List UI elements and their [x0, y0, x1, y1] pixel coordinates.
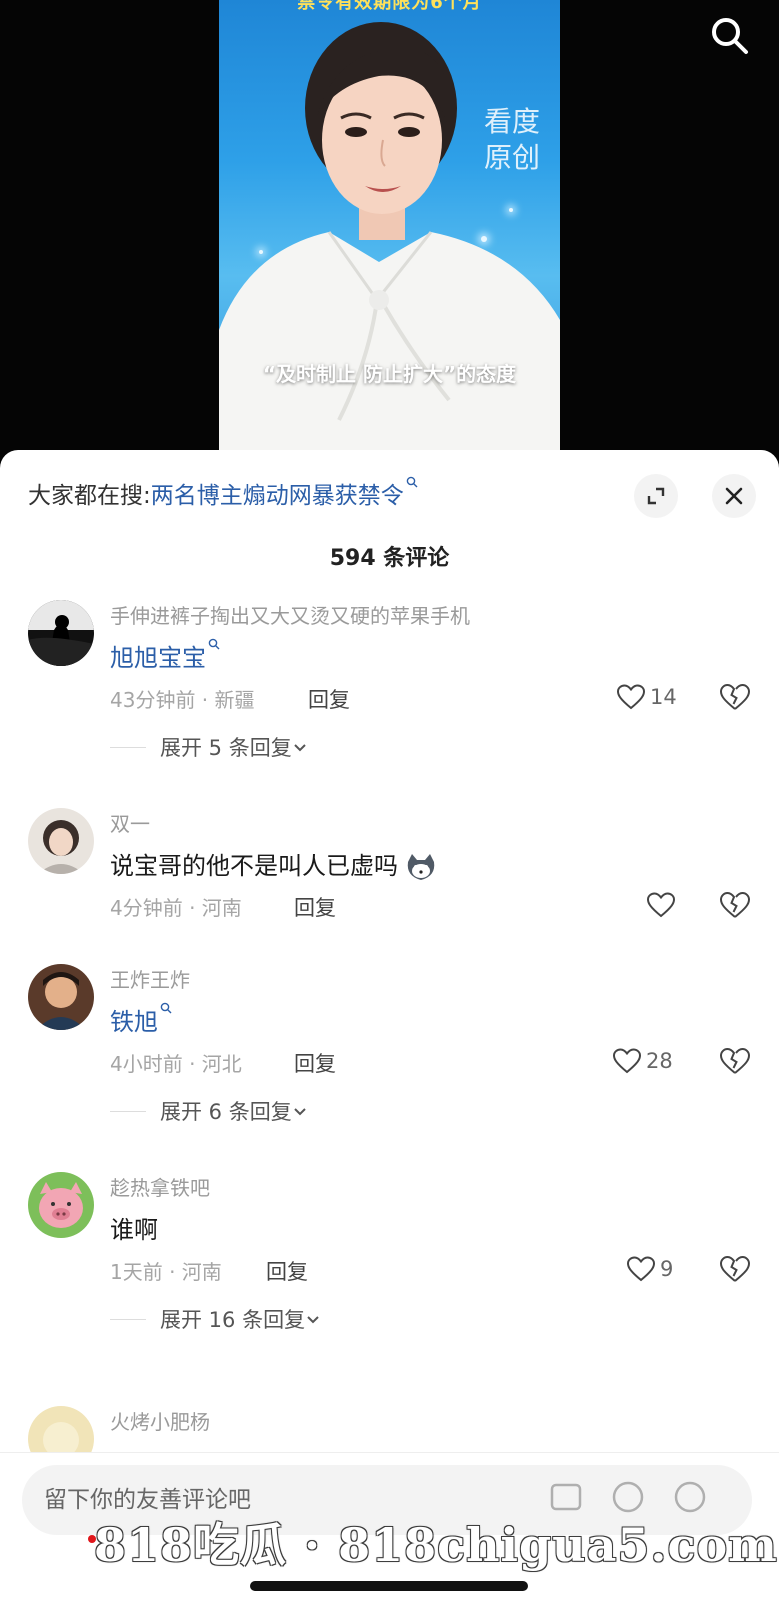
- trending-prefix: 大家都在搜:: [28, 483, 151, 509]
- chevron-down-icon: [307, 1316, 319, 1324]
- reply-button[interactable]: 回复: [294, 1048, 336, 1078]
- comment-text: 谁啊: [110, 1216, 158, 1244]
- search-icon: [406, 476, 418, 488]
- dislike-button[interactable]: [718, 1252, 752, 1286]
- comment-text: 说宝哥的他不是叫人已虚吗: [110, 852, 398, 880]
- expand-replies-label: 展开 16 条回复: [160, 1308, 306, 1332]
- like-button[interactable]: [646, 888, 680, 922]
- broken-heart-icon: [719, 683, 751, 710]
- comment-count: 594 条评论: [329, 546, 450, 571]
- comment-meta: 1天前 · 河南: [110, 1260, 222, 1284]
- comment-username[interactable]: 趁热拿铁吧: [110, 1172, 210, 1201]
- video-subtitle: “及时制止 防止扩大”的态度: [262, 362, 517, 386]
- broken-heart-icon: [719, 1047, 751, 1074]
- home-indicator[interactable]: [250, 1581, 528, 1591]
- site-watermark: 818吃瓜 · 818chigua5.com: [94, 1518, 778, 1572]
- comment-text-search-link[interactable]: 铁旭: [110, 1002, 172, 1037]
- video-watermark: 看度 原创: [476, 104, 548, 176]
- broken-heart-icon: [719, 1255, 751, 1282]
- expand-sheet-button[interactable]: [634, 474, 678, 518]
- divider: [110, 746, 146, 748]
- expand-replies-label: 展开 6 条回复: [160, 1100, 292, 1124]
- expand-replies-button[interactable]: 展开 5 条回复: [110, 732, 308, 762]
- like-count: 9: [660, 1257, 674, 1281]
- reply-button[interactable]: 回复: [294, 892, 336, 922]
- expand-icon: [647, 487, 665, 505]
- dislike-button[interactable]: [718, 680, 752, 714]
- video-frame[interactable]: 禁令有效期限为6个月 看度 原创 “及时制止 防止扩大”的态度: [219, 0, 560, 460]
- husky-emoji-icon: [407, 854, 435, 880]
- like-button[interactable]: 14: [616, 680, 677, 714]
- heart-icon: [616, 684, 646, 710]
- comment-meta: 4分钟前 · 河南: [110, 896, 242, 920]
- trending-search-link[interactable]: 两名博主煽动网暴获禁令: [150, 476, 418, 509]
- comment-text: 铁旭: [110, 1008, 158, 1036]
- comment-text: 旭旭宝宝: [110, 644, 206, 672]
- video-player[interactable]: 禁令有效期限为6个月 看度 原创 “及时制止 防止扩大”的态度: [0, 0, 779, 460]
- comment-text-row: 说宝哥的他不是叫人已虚吗: [110, 846, 438, 882]
- search-icon: [712, 18, 748, 54]
- search-icon: [208, 638, 220, 650]
- avatar[interactable]: [28, 600, 94, 666]
- expand-replies-button[interactable]: 展开 16 条回复: [110, 1304, 321, 1334]
- chevron-down-icon: [294, 744, 306, 752]
- watermark-line-2: 原创: [483, 141, 540, 174]
- close-icon: [725, 487, 743, 505]
- comment-meta: 43分钟前 · 新疆: [110, 688, 255, 712]
- watermark-line-1: 看度: [483, 105, 540, 138]
- comment-username[interactable]: 手伸进裤子掏出又大又烫又硬的苹果手机: [110, 600, 470, 629]
- trending-query: 两名博主煽动网暴获禁令: [150, 483, 404, 509]
- news-anchor-image: [219, 22, 560, 460]
- like-button[interactable]: 28: [612, 1044, 673, 1078]
- reply-button[interactable]: 回复: [308, 684, 350, 714]
- reply-button[interactable]: 回复: [266, 1256, 308, 1286]
- expand-replies-button[interactable]: 展开 6 条回复: [110, 1096, 308, 1126]
- comment-username[interactable]: 王炸王炸: [110, 964, 190, 993]
- avatar[interactable]: [28, 1172, 94, 1238]
- like-count: 28: [646, 1049, 673, 1073]
- like-button[interactable]: 9: [626, 1252, 673, 1286]
- comment-sheet: 大家都在搜:两名博主煽动网暴获禁令 594 条评论 手伸进裤子掏出又大又烫又硬的…: [0, 450, 779, 1600]
- heart-icon: [626, 1256, 656, 1282]
- like-count: 14: [650, 685, 677, 709]
- divider: [110, 1318, 146, 1320]
- avatar[interactable]: [28, 964, 94, 1030]
- chevron-down-icon: [294, 1108, 306, 1116]
- search-button[interactable]: [708, 14, 752, 58]
- comment-username[interactable]: 火烤小肥杨: [110, 1406, 210, 1435]
- heart-icon: [646, 892, 676, 918]
- comment-input-bar: 818吃瓜 · 818chigua5.com: [0, 1452, 779, 1601]
- comment-username[interactable]: 双一: [110, 808, 150, 837]
- dislike-button[interactable]: [718, 1044, 752, 1078]
- divider: [110, 1110, 146, 1112]
- comment-text-search-link[interactable]: 旭旭宝宝: [110, 638, 220, 673]
- heart-icon: [612, 1048, 642, 1074]
- close-sheet-button[interactable]: [712, 474, 756, 518]
- search-icon: [160, 1002, 172, 1014]
- comment-meta: 4小时前 · 河北: [110, 1052, 242, 1076]
- broken-heart-icon: [719, 891, 751, 918]
- expand-replies-label: 展开 5 条回复: [160, 736, 292, 760]
- dislike-button[interactable]: [718, 888, 752, 922]
- avatar[interactable]: [28, 808, 94, 874]
